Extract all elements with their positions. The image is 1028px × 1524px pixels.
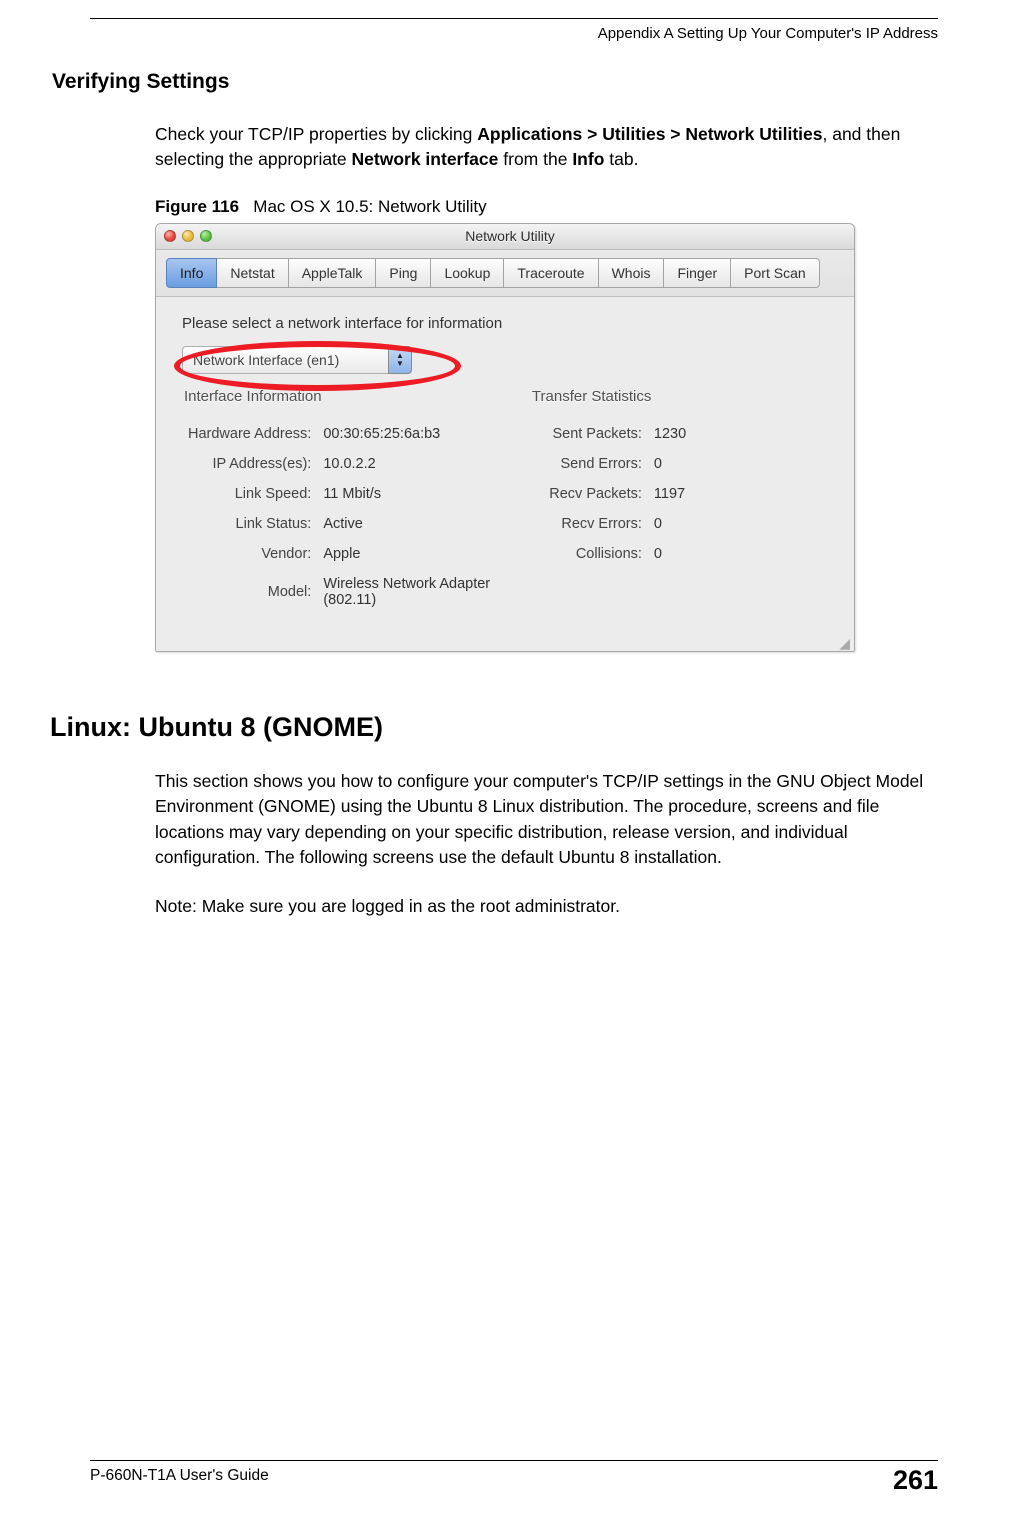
heading-linux-ubuntu-8: Linux: Ubuntu 8 (GNOME) xyxy=(50,712,938,743)
paragraph-note-root: Note: Make sure you are logged in as the… xyxy=(155,894,938,919)
interface-information-panel: Interface Information Hardware Address:0… xyxy=(182,388,504,615)
row-vendor: Vendor:Apple xyxy=(182,539,504,569)
row-ip-addresses: IP Address(es):10.0.2.2 xyxy=(182,449,504,479)
figure-number: Figure 116 xyxy=(155,197,239,216)
row-link-status: Link Status:Active xyxy=(182,509,504,539)
row-link-speed: Link Speed:11 Mbit/s xyxy=(182,479,504,509)
figure-caption: Figure 116 Mac OS X 10.5: Network Utilit… xyxy=(155,197,938,217)
row-model: Model:Wireless Network Adapter (802.11) xyxy=(182,569,504,615)
p1-text-g: tab. xyxy=(604,149,638,169)
tab-netstat[interactable]: Netstat xyxy=(217,258,288,288)
header-appendix: Appendix A Setting Up Your Computer's IP… xyxy=(90,25,938,42)
paragraph-linux-intro: This section shows you how to configure … xyxy=(155,769,938,871)
row-hardware-address: Hardware Address:00:30:65:25:6a:b3 xyxy=(182,419,504,449)
resize-grip-icon[interactable]: ◢ xyxy=(156,635,854,651)
footer-guide-name: P-660N-T1A User's Guide xyxy=(90,1467,269,1494)
tab-lookup[interactable]: Lookup xyxy=(431,258,504,288)
tab-finger[interactable]: Finger xyxy=(664,258,731,288)
window-body: Please select a network interface for in… xyxy=(156,297,854,635)
titlebar: Network Utility xyxy=(156,224,854,250)
tab-appletalk[interactable]: AppleTalk xyxy=(289,258,377,288)
tab-traceroute[interactable]: Traceroute xyxy=(504,258,598,288)
network-utility-window: Network Utility Info Netstat AppleTalk P… xyxy=(155,223,855,652)
p1-bold-netif: Network interface xyxy=(352,149,499,169)
figure-title: Mac OS X 10.5: Network Utility xyxy=(253,197,486,216)
network-interface-select[interactable]: Network Interface (en1) ▲▼ xyxy=(182,346,412,374)
transfer-statistics-panel: Transfer Statistics Sent Packets:1230 Se… xyxy=(530,388,828,615)
tab-port-scan[interactable]: Port Scan xyxy=(731,258,819,288)
paragraph-verify-instructions: Check your TCP/IP properties by clicking… xyxy=(155,122,938,173)
prompt-text: Please select a network interface for in… xyxy=(182,315,828,332)
p1-text-a: Check your TCP/IP properties by clicking xyxy=(155,124,477,144)
row-recv-packets: Recv Packets:1197 xyxy=(530,479,692,509)
network-interface-selected: Network Interface (en1) xyxy=(182,346,388,374)
tab-whois[interactable]: Whois xyxy=(599,258,665,288)
p1-bold-info: Info xyxy=(572,149,604,169)
p1-text-e: from the xyxy=(498,149,572,169)
row-collisions: Collisions:0 xyxy=(530,539,692,569)
footer-page-number: 261 xyxy=(893,1467,938,1494)
page-footer: P-660N-T1A User's Guide 261 xyxy=(90,1460,938,1494)
interface-information-heading: Interface Information xyxy=(184,388,504,405)
tab-info[interactable]: Info xyxy=(166,258,217,288)
transfer-statistics-heading: Transfer Statistics xyxy=(532,388,828,405)
heading-verifying-settings: Verifying Settings xyxy=(52,70,938,94)
window-title: Network Utility xyxy=(174,228,846,244)
select-arrows-icon: ▲▼ xyxy=(388,346,412,374)
header-rule xyxy=(90,18,938,19)
tab-bar: Info Netstat AppleTalk Ping Lookup Trace… xyxy=(156,250,854,297)
row-send-errors: Send Errors:0 xyxy=(530,449,692,479)
tab-ping[interactable]: Ping xyxy=(376,258,431,288)
row-sent-packets: Sent Packets:1230 xyxy=(530,419,692,449)
row-recv-errors: Recv Errors:0 xyxy=(530,509,692,539)
p1-bold-apps: Applications > Utilities > Network Utili… xyxy=(477,124,822,144)
